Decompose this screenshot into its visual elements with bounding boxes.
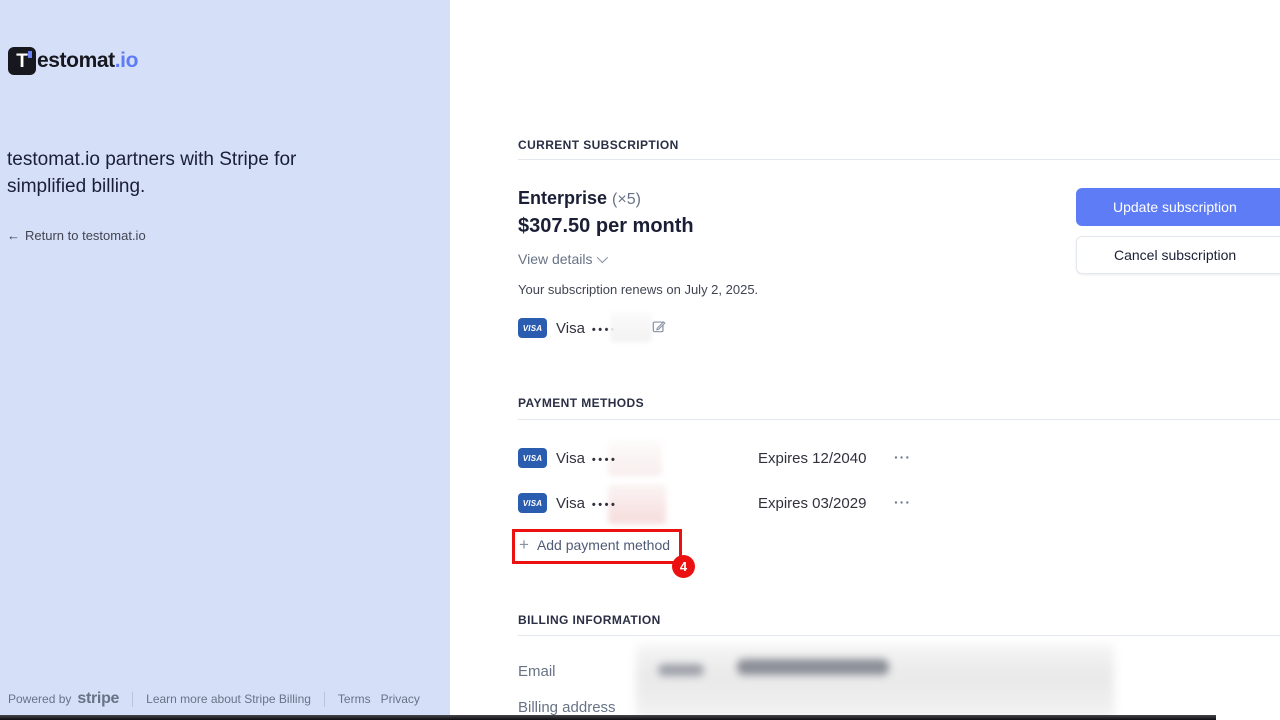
plan-price: $307.50 per month [518,215,694,238]
logo-wordmark: estomat.io [37,49,138,73]
powered-by-label: Powered by [8,692,71,706]
return-link-label: Return to testomat.io [25,228,146,243]
visa-icon-text: VISA [523,499,542,508]
payment-method-row: VISA Visa •••• [518,444,617,472]
visa-icon: VISA [518,318,547,338]
return-to-site-link[interactable]: ← Return to testomat.io [7,228,146,243]
payment-methods-title: PAYMENT METHODS [518,396,644,410]
visa-icon-text: VISA [523,454,542,463]
redacted-billing-details [636,644,1114,720]
renewal-notice: Your subscription renews on July 2, 2025… [518,282,758,297]
view-details-label: View details [518,251,592,267]
plan-row: Enterprise (×5) [518,188,641,209]
bottom-screen-edge-strip [0,715,1216,720]
edit-card-icon[interactable] [652,319,666,338]
chevron-down-icon [597,252,608,263]
current-subscription-title: CURRENT SUBSCRIPTION [518,138,679,152]
subscription-card-row: VISA Visa •••• [518,314,617,342]
partner-headline: testomat.io partners with Stripe for sim… [7,146,317,200]
redacted-email-fragment [737,659,889,675]
visa-icon: VISA [518,493,547,513]
section-divider [518,635,1280,636]
card-brand-label: Visa [556,495,585,512]
logo-word-text: estomat [37,49,115,72]
billing-information-title: BILLING INFORMATION [518,613,661,627]
testomat-logo: T estomat.io [8,47,138,75]
card-overflow-menu[interactable]: ··· [894,449,911,465]
visa-icon: VISA [518,448,547,468]
redacted-card-number [610,312,652,342]
card-number-dots: •••• [592,496,617,511]
privacy-link[interactable]: Privacy [381,692,420,706]
card-number-dots: •••• [592,451,617,466]
logo-letter: T [16,52,28,71]
card-brand-label: Visa [556,320,585,337]
cancel-subscription-button[interactable]: Cancel subscription [1076,236,1280,274]
learn-more-link[interactable]: Learn more about Stripe Billing [146,692,311,706]
sidebar-footer: Powered by stripe Learn more about Strip… [8,690,420,708]
view-details-toggle[interactable]: View details [518,251,605,267]
update-subscription-button[interactable]: Update subscription [1076,188,1280,226]
card-expiry: Expires 03/2029 [758,495,866,512]
sidebar: T estomat.io testomat.io partners with S… [0,0,450,720]
visa-icon-text: VISA [523,324,542,333]
card-expiry: Expires 12/2040 [758,450,866,467]
redacted-email-fragment [658,664,704,676]
plan-quantity: (×5) [612,191,641,209]
powered-by-stripe[interactable]: Powered by stripe [8,690,119,708]
footer-divider [132,692,133,707]
card-brand-label: Visa [556,450,585,467]
payment-method-row: VISA Visa •••• [518,489,617,517]
billing-address-label: Billing address [518,699,616,716]
testomat-logo-icon: T [8,47,36,75]
plan-name: Enterprise [518,188,607,209]
stripe-logo: stripe [77,690,119,708]
section-divider [518,159,1280,160]
section-divider [518,419,1280,420]
logo-accent-notch [28,51,32,58]
logo-tld-text: .io [115,49,138,72]
plus-icon: + [519,536,529,553]
add-payment-method-label: Add payment method [537,537,670,553]
card-overflow-menu[interactable]: ··· [894,494,911,510]
annotation-step-badge: 4 [672,555,695,578]
terms-link[interactable]: Terms [338,692,371,706]
billing-portal-page: T estomat.io testomat.io partners with S… [0,0,1280,720]
add-payment-method-button[interactable]: + Add payment method [519,536,670,553]
email-label: Email [518,663,556,680]
back-arrow-icon: ← [7,228,20,243]
footer-divider [324,692,325,707]
